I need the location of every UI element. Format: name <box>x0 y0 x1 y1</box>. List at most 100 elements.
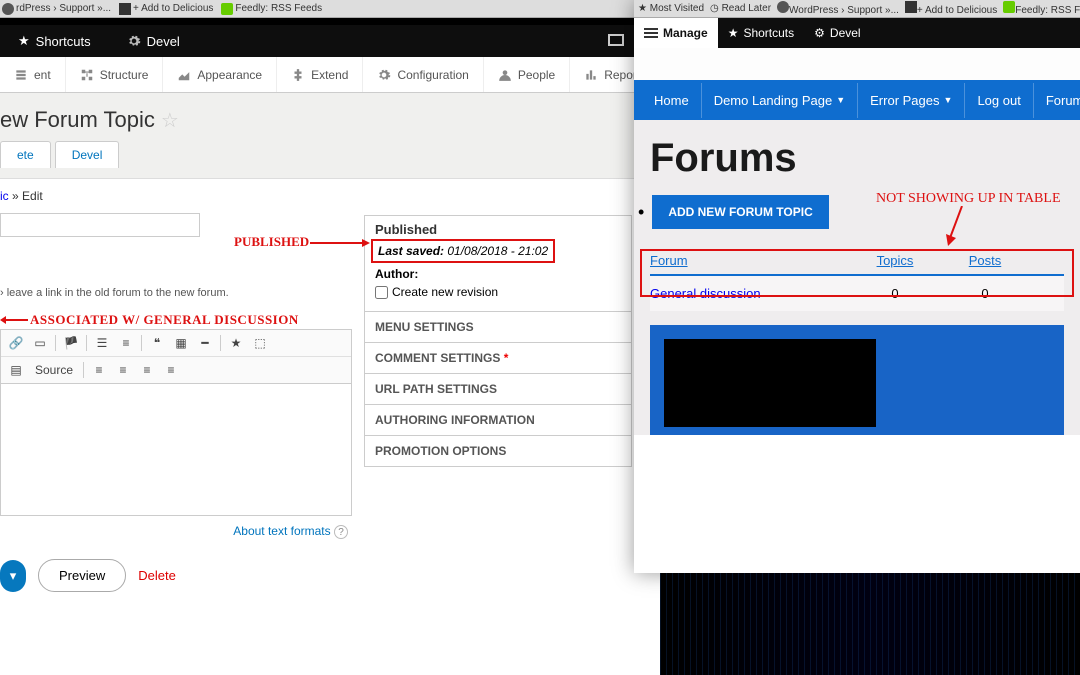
save-button[interactable]: ▾ <box>0 560 26 592</box>
forums-page: Forums • ADD NEW FORUM TOPIC Forum Topic… <box>634 120 1080 435</box>
menu-appearance[interactable]: Appearance <box>163 57 277 92</box>
page-title: ew Forum Topic☆ <box>0 107 624 133</box>
bookmark-item[interactable]: + Add to Delicious <box>905 1 997 16</box>
col-topics[interactable]: Topics <box>850 253 940 268</box>
delicious-icon <box>905 1 917 13</box>
edit-form-sidebar: Published Last saved: 01/08/2018 - 21:02… <box>364 209 632 592</box>
star-format-icon[interactable]: ★ <box>227 334 245 352</box>
nav-home[interactable]: Home <box>642 83 702 118</box>
form-actions: ▾ Preview Delete <box>0 559 352 592</box>
shortcuts-toggle[interactable]: ★Shortcuts <box>718 18 804 48</box>
nav-error-pages[interactable]: Error Pages▼ <box>858 83 965 118</box>
authoring-info-section[interactable]: AUTHORING INFORMATION <box>365 405 631 435</box>
bookmark-item[interactable]: ◷ Read Later <box>710 3 771 14</box>
bookmark-item[interactable]: WordPress › Support »... <box>777 1 899 16</box>
grid-icon[interactable]: ▤ <box>7 361 25 379</box>
col-posts[interactable]: Posts <box>940 253 1030 268</box>
nav-forum[interactable]: Forum <box>1034 83 1080 118</box>
arrow-icon <box>944 206 974 246</box>
url-path-settings-section[interactable]: URL PATH SETTINGS <box>365 374 631 404</box>
image-icon[interactable]: ▭ <box>31 334 49 352</box>
page-title: Forums <box>650 136 1064 181</box>
editor-textarea[interactable] <box>0 384 352 516</box>
align-left-icon[interactable]: ≡ <box>90 361 108 379</box>
people-icon <box>498 68 512 82</box>
bookmark-item[interactable]: Feedly: RSS F <box>1003 1 1080 16</box>
cube-icon[interactable]: ⬚ <box>251 334 269 352</box>
list-bullet: • <box>638 202 644 223</box>
manage-toggle[interactable]: Manage <box>634 18 718 48</box>
annotation-associated: ASSOCIATED W/ GENERAL DISCUSSION <box>30 312 299 328</box>
menu-settings-section[interactable]: MENU SETTINGS <box>365 312 631 342</box>
hr-icon[interactable]: ━ <box>196 334 214 352</box>
flag-icon[interactable]: 🏴 <box>62 334 80 352</box>
align-right-icon[interactable]: ≡ <box>138 361 156 379</box>
bookmark-bar: ★ Most Visited ◷ Read Later WordPress › … <box>634 0 1080 18</box>
gear-icon <box>127 34 141 48</box>
create-revision-checkbox[interactable] <box>375 286 388 299</box>
author-label: Author: <box>375 267 621 281</box>
admin-menu: ent Structure Appearance Extend Configur… <box>0 57 634 93</box>
create-revision-label: Create new revision <box>392 285 498 299</box>
promotion-options-section[interactable]: PROMOTION OPTIONS <box>365 436 631 466</box>
page-header: ew Forum Topic☆ ete Devel <box>0 93 634 179</box>
bookmark-item[interactable]: + Add to Delicious <box>119 3 213 15</box>
comment-settings-section[interactable]: COMMENT SETTINGS * <box>365 343 631 373</box>
menu-configuration[interactable]: Configuration <box>363 57 483 92</box>
extend-icon <box>291 68 305 82</box>
preview-button[interactable]: Preview <box>38 559 126 592</box>
help-icon[interactable]: ? <box>334 525 348 539</box>
devel-toggle[interactable]: Devel <box>109 25 198 57</box>
annotation-not-showing: NOT SHOWING UP IN TABLE <box>876 191 1061 207</box>
feedly-icon <box>1003 1 1015 13</box>
drupal-toolbar: ★ Shortcuts Devel <box>0 25 634 57</box>
number-list-icon[interactable]: ≡ <box>117 334 135 352</box>
local-tasks: ete Devel <box>0 141 624 168</box>
wysiwyg-toolbar: 🔗 ▭ 🏴 ☰ ≡ ❝ ▦ ━ ★ ⬚ ▤ Sour <box>0 329 352 384</box>
source-button[interactable]: Source <box>31 361 77 379</box>
bookmark-item[interactable]: rdPress › Support »... <box>2 3 111 15</box>
table-header: Forum Topics Posts <box>650 247 1064 274</box>
editor-footer: About text formats ? <box>0 516 352 547</box>
wordpress-icon <box>777 1 789 13</box>
redacted-block <box>664 339 876 427</box>
bookmark-item[interactable]: ★ Most Visited <box>638 3 704 14</box>
content-icon <box>14 68 28 82</box>
favorite-star-icon[interactable]: ☆ <box>161 108 179 133</box>
align-center-icon[interactable]: ≡ <box>114 361 132 379</box>
quote-icon[interactable]: ❝ <box>148 334 166 352</box>
col-forum[interactable]: Forum <box>650 253 850 268</box>
shortcuts-toggle[interactable]: ★ Shortcuts <box>0 25 109 57</box>
breadcrumb: ic » Edit <box>0 179 634 209</box>
tab-delete[interactable]: ete <box>0 141 51 168</box>
delete-link[interactable]: Delete <box>138 568 176 583</box>
bullet-list-icon[interactable]: ☰ <box>93 334 111 352</box>
menu-extend[interactable]: Extend <box>277 57 363 92</box>
tab-devel[interactable]: Devel <box>55 141 120 168</box>
text-formats-link[interactable]: About text formats <box>233 524 330 538</box>
arrow-icon <box>310 238 370 248</box>
link-icon[interactable]: 🔗 <box>7 334 25 352</box>
add-forum-topic-button[interactable]: ADD NEW FORUM TOPIC <box>652 195 828 229</box>
main-nav: Home Demo Landing Page▼ Error Pages▼ Log… <box>634 80 1080 120</box>
breadcrumb-link[interactable]: ic <box>0 189 9 203</box>
nav-logout[interactable]: Log out <box>965 83 1033 118</box>
star-icon: ★ <box>728 26 739 40</box>
last-saved: Last saved: 01/08/2018 - 21:02 <box>371 239 555 263</box>
align-justify-icon[interactable]: ≡ <box>162 361 180 379</box>
gear-icon: ⚙ <box>814 26 825 40</box>
toolbar-orientation-toggle[interactable] <box>598 34 634 49</box>
nav-demo-landing[interactable]: Demo Landing Page▼ <box>702 83 858 118</box>
menu-structure[interactable]: Structure <box>66 57 164 92</box>
appearance-icon <box>177 68 191 82</box>
menu-people[interactable]: People <box>484 57 570 92</box>
devel-toggle[interactable]: ⚙Devel <box>804 18 870 48</box>
published-box: Published Last saved: 01/08/2018 - 21:02… <box>365 216 631 311</box>
table-icon[interactable]: ▦ <box>172 334 190 352</box>
forum-link[interactable]: General discussion <box>650 286 761 301</box>
breadcrumb-current: Edit <box>22 189 43 203</box>
menu-content[interactable]: ent <box>0 57 66 92</box>
bookmark-item[interactable]: Feedly: RSS Feeds <box>221 3 322 15</box>
title-input[interactable] <box>0 213 200 237</box>
help-text: › leave a link in the old forum to the n… <box>0 287 352 299</box>
